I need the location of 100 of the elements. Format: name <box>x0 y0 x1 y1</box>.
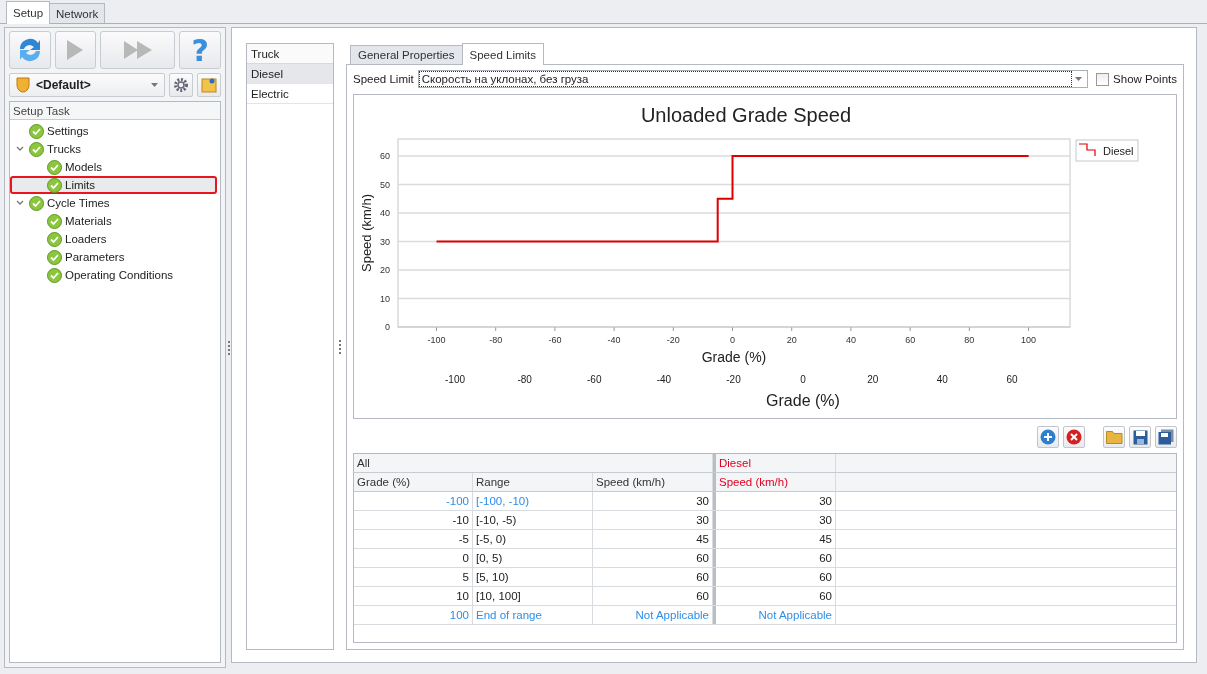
table-cell: 30 <box>713 492 836 510</box>
column-header[interactable]: Speed (km/h) <box>593 473 713 491</box>
y-tick-label: 50 <box>380 179 390 190</box>
table-cell: 30 <box>593 492 713 510</box>
table-cell: 30 <box>593 511 713 529</box>
x-tick-label: -80 <box>489 335 503 345</box>
dropdown-arrow-icon <box>151 83 158 87</box>
table-cell: End of range <box>473 606 593 624</box>
fast-forward-icon <box>122 40 153 60</box>
legend-label: Diesel <box>1103 145 1134 157</box>
tree-item-label: Cycle Times <box>47 197 110 209</box>
table-cell: 60 <box>593 587 713 605</box>
table-cell: [0, 5) <box>473 549 593 567</box>
y-tick-label: 40 <box>380 208 390 219</box>
column-header[interactable]: Grade (%) <box>354 473 473 491</box>
x-tick-label: -80 <box>517 374 532 385</box>
field-label: Speed Limit <box>353 73 414 85</box>
tree-item[interactable]: Models <box>10 158 217 176</box>
check-icon <box>29 123 44 139</box>
tab[interactable]: Speed Limits <box>461 43 544 65</box>
x-tick-label: 60 <box>1006 374 1018 385</box>
save-button[interactable] <box>1129 426 1151 448</box>
x-tick-label: -20 <box>666 335 680 345</box>
open-button[interactable] <box>1103 426 1125 448</box>
checkbox[interactable] <box>1096 72 1110 86</box>
column-header[interactable]: Speed (km/h) <box>713 473 836 491</box>
truck-item[interactable]: Electric <box>247 84 333 104</box>
delete-icon <box>1066 429 1082 445</box>
table-cell: Not Applicable <box>713 606 836 624</box>
tree-item[interactable]: Parameters <box>10 248 217 266</box>
x-tick-label: 20 <box>867 374 879 385</box>
notes-button[interactable] <box>197 73 221 97</box>
speed-limit-dropdown[interactable]: Скорость на уклонах, без груза <box>417 70 1089 88</box>
tree-item[interactable]: Operating Conditions <box>10 266 217 284</box>
table-cell: 60 <box>713 568 836 586</box>
check-icon <box>47 231 62 247</box>
table-cell: 100 <box>354 606 473 624</box>
save-all-button[interactable] <box>1155 426 1177 448</box>
tree-item[interactable]: Settings <box>10 122 217 140</box>
chevron-down-icon[interactable] <box>16 146 24 152</box>
check-icon <box>29 141 44 157</box>
check-icon <box>47 249 62 265</box>
table-cell: -5 <box>354 530 473 548</box>
check-icon <box>47 159 62 175</box>
table-cell: -10 <box>354 511 473 529</box>
table-cell: 45 <box>593 530 713 548</box>
settings-button[interactable] <box>169 73 193 97</box>
x-axis-title: Grade (%) <box>701 349 767 365</box>
table-cell: 30 <box>713 511 836 529</box>
x-tick-label: -100 <box>445 374 465 385</box>
delete-button[interactable] <box>1063 426 1085 448</box>
tree-item[interactable]: Cycle Times <box>10 194 217 212</box>
tab[interactable]: General Properties <box>350 45 463 64</box>
x-tick-label: -60 <box>587 374 602 385</box>
x-tick-label: 0 <box>730 335 736 345</box>
check-icon <box>47 213 62 229</box>
legend-step-icon <box>1078 143 1096 157</box>
y-tick-label: 30 <box>380 236 390 247</box>
tree-item[interactable]: Limits <box>10 176 217 194</box>
x-tick-label: -20 <box>726 374 741 385</box>
tab[interactable]: Network <box>49 3 106 23</box>
x-tick-label: -40 <box>656 374 672 385</box>
add-button[interactable] <box>1037 426 1059 448</box>
save-all-icon <box>1158 429 1174 445</box>
tab[interactable]: Setup <box>6 1 51 24</box>
x-tick-label: 40 <box>936 374 948 385</box>
tree-item[interactable]: Materials <box>10 212 217 230</box>
tree-item-label: Limits <box>65 179 96 191</box>
table-cell: 45 <box>713 530 836 548</box>
chevron-down-icon[interactable] <box>16 200 24 206</box>
x-tick-label: 100 <box>1021 335 1037 345</box>
table-cell: [-10, -5) <box>473 511 593 529</box>
table-cell: 5 <box>354 568 473 586</box>
tree-item-label: Loaders <box>65 233 107 245</box>
x-tick-label: 20 <box>786 335 797 345</box>
tree-item-label: Models <box>65 161 103 173</box>
table-cell: 60 <box>713 549 836 567</box>
table-cell: Not Applicable <box>593 606 713 624</box>
tree-item[interactable]: Trucks <box>10 140 217 158</box>
column-header[interactable]: Range <box>473 473 593 491</box>
x-tick-label: 40 <box>845 335 856 345</box>
tree-item-label: Trucks <box>47 143 82 155</box>
table-cell: 60 <box>713 587 836 605</box>
x-tick-label: 80 <box>964 335 975 345</box>
note-icon <box>201 77 217 93</box>
x-tick-label: -60 <box>548 335 562 345</box>
tree-item[interactable]: Loaders <box>10 230 217 248</box>
refresh-button[interactable] <box>9 31 51 69</box>
profile-dropdown[interactable]: <Default> <box>9 73 165 97</box>
truck-item[interactable]: Diesel <box>247 64 333 84</box>
y-tick-label: 10 <box>380 293 390 304</box>
play-icon <box>66 39 85 61</box>
y-axis-title: Speed (km/h) <box>359 194 374 272</box>
table-cell: [10, 100] <box>473 587 593 605</box>
y-tick-label: 0 <box>385 322 390 332</box>
check-icon <box>47 267 62 283</box>
table-cell: -100 <box>354 492 473 510</box>
legend-box <box>1075 139 1139 162</box>
table-cell: 60 <box>593 568 713 586</box>
table-cell: 60 <box>593 549 713 567</box>
